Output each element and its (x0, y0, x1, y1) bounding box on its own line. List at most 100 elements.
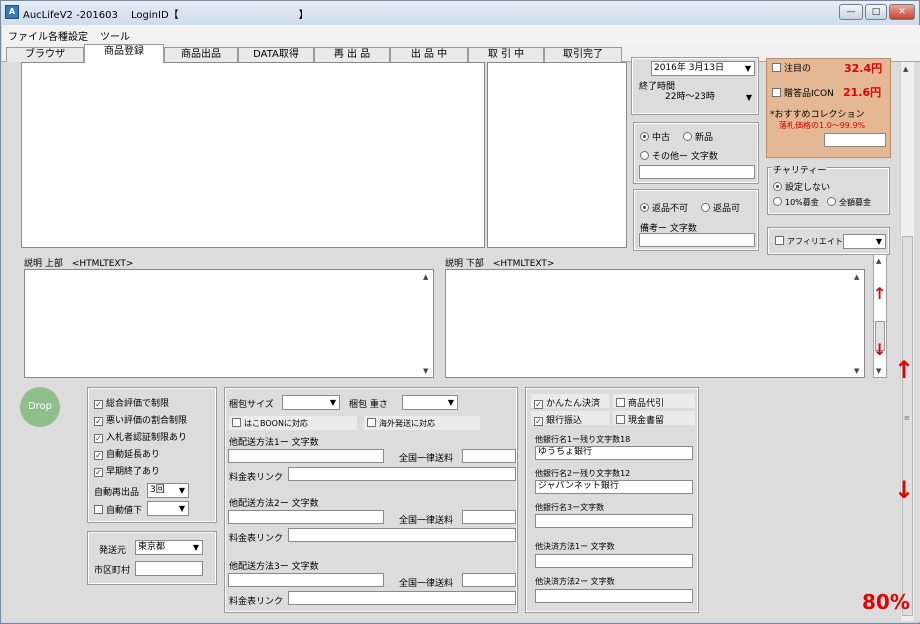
bank2-input[interactable]: ジャパンネット銀行 (535, 480, 693, 494)
ship-method3-input[interactable] (228, 573, 384, 587)
charity-10pct-radio[interactable]: 10%募金 (773, 197, 819, 208)
tab-item-register[interactable]: 商品登録 (84, 44, 164, 63)
ship-method2-label: 他配送方法2ー 文字数 (229, 499, 319, 509)
gift-icon-checkbox[interactable]: 贈答品ICON (772, 86, 834, 99)
recommend-sub-label: 落札価格の1.0～99.9% (779, 121, 866, 130)
main-scroll-thumb[interactable] (902, 236, 913, 616)
package-weight-select[interactable]: ▼ (402, 395, 458, 410)
drop-zone[interactable]: Drop (20, 387, 60, 427)
featured-price: 32.4円 (844, 62, 883, 75)
city-input[interactable] (135, 561, 203, 576)
ship-method1-input[interactable] (228, 449, 384, 463)
desc-top-scrollbar[interactable]: ▲ ▼ (421, 270, 433, 377)
rule-auto-extend-checkbox[interactable]: ✓ 自動延長あり (94, 447, 160, 460)
tab-in-transaction[interactable]: 取 引 中 (468, 47, 544, 62)
desc-outer-scrollbar[interactable]: ▲ ▼ (873, 254, 887, 378)
ship-method1-label: 他配送方法1ー 文字数 (229, 438, 319, 448)
ship-flat2-input[interactable] (462, 510, 516, 524)
rule-auth-checkbox[interactable]: ✓ 入札者認証制限あり (94, 430, 187, 443)
condition-used-radio[interactable]: 中古 (640, 130, 670, 143)
condition-other-radio[interactable]: その他ー 文字数 (640, 149, 718, 162)
featured-checkbox[interactable]: 注目の (772, 61, 811, 74)
affiliate-panel: アフィリエイト ▼ (767, 227, 890, 255)
minimize-button[interactable]: — (839, 4, 863, 20)
returns-panel: 返品不可 返品可 備考ー 文字数 (633, 189, 759, 251)
tab-browser[interactable]: ブラウザ (6, 47, 84, 62)
ship-flat1-input[interactable] (462, 449, 516, 463)
cod-checkbox[interactable]: 商品代引 (613, 394, 695, 409)
tab-listing[interactable]: 商品出品 (164, 47, 238, 62)
close-button[interactable]: ✕ (889, 4, 915, 20)
ship-link1-label: 料金表リンク (229, 473, 284, 483)
main-scrollbar[interactable]: ≡ (900, 236, 914, 621)
cash-registered-checkbox[interactable]: 現金書留 (613, 411, 695, 426)
menu-settings[interactable]: 各種設定 (48, 28, 88, 43)
charity-none-radio[interactable]: 設定しない (773, 180, 830, 193)
menu-tools[interactable]: ツール (100, 28, 130, 43)
bank3-input[interactable] (535, 514, 693, 528)
top-scrollbar[interactable]: ▲ (900, 62, 914, 236)
bank2-label: 他銀行名2ー残り文字数12 (535, 469, 631, 478)
rule-bad-rating-checkbox[interactable]: ✓ 悪い評価の割合制限 (94, 413, 187, 426)
condition-new-radio[interactable]: 新品 (683, 130, 713, 143)
tab-data-fetch[interactable]: DATA取得 (238, 47, 314, 62)
item-side-area[interactable] (487, 62, 627, 248)
package-size-label: 梱包サイズ (229, 400, 274, 410)
end-time-select[interactable]: 22時～23時 ▼ (663, 91, 755, 106)
rule-early-end-checkbox[interactable]: ✓ 早期終了あり (94, 464, 160, 477)
overseas-checkbox[interactable]: 海外発送に対応 (364, 416, 480, 430)
bank-transfer-checkbox[interactable]: ✓ 銀行振込 (531, 411, 609, 426)
easy-payment-checkbox[interactable]: ✓ かんたん決済 (531, 394, 609, 409)
gift-icon-price: 21.6円 (843, 86, 882, 99)
ship-method2-input[interactable] (228, 510, 384, 524)
returns-yes-radio[interactable]: 返品可 (701, 201, 740, 214)
rule-total-rating-checkbox[interactable]: ✓ 総合評価で制限 (94, 396, 169, 409)
ship-link1-input[interactable] (288, 467, 516, 481)
origin-select[interactable]: 東京都 ▼ (135, 540, 203, 555)
condition-panel: 中古 新品 その他ー 文字数 (633, 122, 759, 184)
desc-bottom-textarea[interactable]: ▲ ▼ (445, 269, 865, 378)
ship-flat3-input[interactable] (462, 573, 516, 587)
shipping-panel: 梱包サイズ ▼ 梱包 重さ ▼ はこBOONに対応 海外発送に対応 他配送方法1… (224, 387, 518, 613)
app-icon: A (5, 5, 19, 19)
main-content: 2016年 3月13日 ▼ 終了時間 22時～23時 ▼ 中古 新品 その他ー 文字… (2, 57, 920, 622)
bank3-label: 他銀行名3ー文字数 (535, 503, 605, 512)
tab-relist[interactable]: 再 出 品 (314, 47, 390, 62)
affiliate-checkbox[interactable]: アフィリエイト (775, 236, 843, 247)
returns-no-radio[interactable]: 返品不可 (640, 201, 688, 214)
auto-discount-checkbox[interactable]: 自動値下 (94, 503, 142, 516)
bid-rules-panel: ✓ 総合評価で制限 ✓ 悪い評価の割合制限 ✓ 入札者認証制限あり ✓ 自動延長あり ✓… (87, 387, 217, 523)
ship-flat1-label: 全国一律送料 (399, 454, 454, 464)
ship-link3-input[interactable] (288, 591, 516, 605)
other-payment1-input[interactable] (535, 554, 693, 568)
package-weight-label: 梱包 重さ (349, 400, 388, 410)
other-payment2-input[interactable] (535, 589, 693, 603)
end-date-select[interactable]: 2016年 3月13日 ▼ (651, 61, 755, 76)
app-window: A AucLifeV2 -201603 LoginID【 】 — □ ✕ ファイ… (0, 0, 920, 624)
menu-file[interactable]: ファイル (8, 28, 48, 43)
tab-active-listings[interactable]: 出 品 中 (390, 47, 468, 62)
tab-completed[interactable]: 取引完了 (544, 47, 622, 62)
ship-link2-input[interactable] (288, 528, 516, 542)
chevron-down-icon: ▼ (447, 398, 454, 407)
package-size-select[interactable]: ▼ (282, 395, 340, 410)
auto-discount-select[interactable]: ▼ (147, 501, 189, 516)
desc-bottom-label: 説明 下部 <HTMLTEXT> (445, 259, 555, 269)
origin-label: 発送元 (99, 546, 127, 556)
desc-top-textarea[interactable]: ▲ ▼ (24, 269, 434, 378)
returns-note-input[interactable] (639, 233, 755, 247)
item-text-area[interactable] (21, 62, 485, 248)
auto-relist-select[interactable]: 3回 ▼ (147, 483, 189, 498)
hakoboon-checkbox[interactable]: はこBOONに対応 (229, 416, 357, 430)
other-payment2-label: 他決済方法2ー 文字数 (535, 577, 615, 586)
arrow-down-icon: ↓ (894, 476, 915, 504)
desc-top-label: 説明 上部 <HTMLTEXT> (24, 259, 134, 269)
featured-options-panel: 注目の 32.4円 贈答品ICON 21.6円 *おすすめコレクション 落札価格… (766, 58, 891, 158)
charity-full-radio[interactable]: 全額募金 (827, 197, 871, 208)
condition-other-input[interactable] (639, 165, 755, 179)
affiliate-select[interactable]: ▼ (843, 234, 886, 249)
desc-bottom-scrollbar[interactable]: ▲ ▼ (852, 270, 864, 377)
maximize-button[interactable]: □ (865, 4, 887, 20)
recommend-input[interactable] (824, 133, 886, 147)
bank1-input[interactable]: ゆうちょ銀行 (535, 446, 693, 460)
